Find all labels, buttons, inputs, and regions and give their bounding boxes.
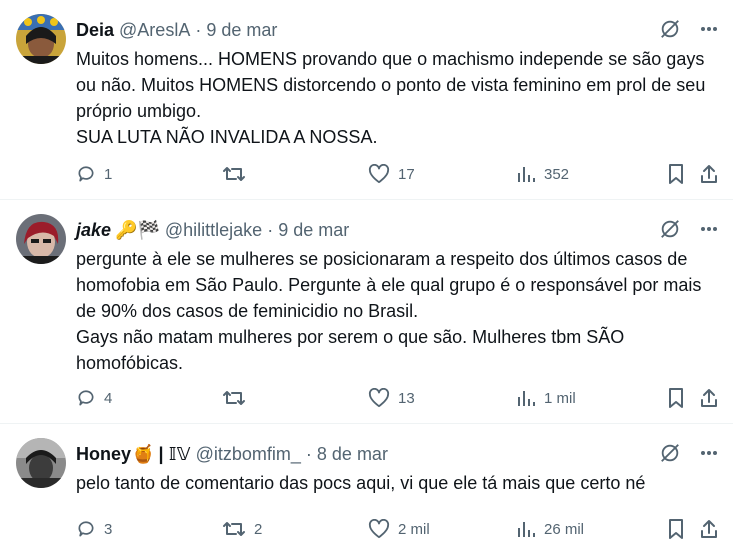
avatar[interactable] — [16, 214, 66, 264]
like-button[interactable]: 2 mil — [368, 519, 430, 539]
like-count: 17 — [398, 165, 415, 183]
like-button[interactable]: 17 — [368, 164, 415, 184]
bookmark-button[interactable] — [667, 387, 685, 409]
tweet-date[interactable]: 8 de mar — [317, 444, 388, 465]
share-icon — [701, 389, 717, 407]
like-icon — [368, 164, 390, 184]
more-icon[interactable] — [699, 219, 719, 244]
views-count: 26 mil — [544, 520, 585, 538]
retweet-count: 2 — [254, 520, 263, 538]
author-handle[interactable]: @hilittlejake — [165, 220, 262, 241]
bookmark-icon — [669, 519, 683, 539]
retweet-button[interactable]: 2 — [222, 519, 262, 539]
name-emoji: 🔑🏁 — [115, 219, 160, 240]
views-icon — [518, 167, 535, 182]
author-handle[interactable]: @itzbomfim_ — [196, 444, 301, 465]
avatar[interactable] — [16, 14, 66, 64]
tweet-text: pelo tanto de comentario das pocs aqui, … — [76, 473, 646, 493]
views-icon — [518, 522, 535, 537]
avatar[interactable] — [16, 438, 66, 488]
retweet-button[interactable] — [222, 164, 254, 184]
tweet-date[interactable]: 9 de mar — [206, 20, 277, 41]
views-button[interactable]: 1 mil — [516, 388, 576, 408]
tweet-text: Muitos homens... HOMENS provando que o m… — [76, 49, 706, 147]
author-name[interactable]: Deia — [76, 20, 114, 41]
author-name[interactable]: Honey — [76, 444, 131, 465]
author-name-suffix[interactable]: | 𝕀𝕍 — [158, 444, 190, 465]
retweet-button[interactable] — [222, 388, 254, 408]
tweet[interactable]: Deia @AreslA · 9 de mar Muitos homens...… — [0, 0, 733, 200]
grok-icon[interactable] — [659, 218, 681, 245]
bookmark-button[interactable] — [667, 163, 685, 185]
tweet-date[interactable]: 9 de mar — [278, 220, 349, 241]
share-button[interactable] — [699, 518, 719, 540]
reply-icon — [78, 521, 94, 537]
tweet-text: pergunte à ele se mulheres se posicionar… — [76, 249, 702, 373]
tweet[interactable]: Honey 🍯 | 𝕀𝕍 @itzbomfim_ · 8 de mar pelo… — [0, 424, 733, 555]
like-count: 13 — [398, 389, 415, 407]
separator-dot: · — [267, 219, 274, 240]
reply-count: 4 — [104, 389, 113, 407]
separator-dot: · — [305, 443, 312, 464]
more-icon[interactable] — [699, 443, 719, 468]
like-button[interactable]: 13 — [368, 388, 415, 408]
views-button[interactable]: 352 — [516, 164, 569, 184]
retweet-icon — [223, 522, 245, 536]
like-icon — [368, 519, 390, 539]
share-button[interactable] — [699, 387, 719, 409]
reply-button[interactable]: 1 — [76, 164, 112, 184]
share-icon — [701, 165, 717, 183]
name-emoji: 🍯 — [132, 443, 155, 464]
views-icon — [518, 391, 535, 406]
grok-icon[interactable] — [659, 18, 681, 45]
tweet[interactable]: jake 🔑🏁 @hilittlejake · 9 de mar pergunt… — [0, 200, 733, 424]
views-count: 352 — [544, 165, 570, 183]
bookmark-button[interactable] — [667, 518, 685, 540]
like-icon — [368, 388, 390, 408]
reply-button[interactable]: 4 — [76, 388, 112, 408]
author-name[interactable]: jake — [76, 220, 111, 241]
reply-count: 1 — [104, 165, 113, 183]
views-button[interactable]: 26 mil — [516, 519, 584, 539]
reply-count: 3 — [104, 520, 113, 538]
reply-icon — [78, 390, 94, 406]
share-button[interactable] — [699, 163, 719, 185]
retweet-icon — [223, 167, 245, 181]
more-icon[interactable] — [699, 19, 719, 44]
bookmark-icon — [669, 388, 683, 408]
share-icon — [701, 520, 717, 538]
reply-button[interactable]: 3 — [76, 519, 112, 539]
grok-icon[interactable] — [659, 442, 681, 469]
reply-icon — [78, 166, 94, 182]
like-count: 2 mil — [398, 520, 430, 538]
separator-dot: · — [195, 19, 202, 40]
bookmark-icon — [669, 164, 683, 184]
retweet-icon — [223, 391, 245, 405]
views-count: 1 mil — [544, 389, 576, 407]
author-handle[interactable]: @AreslA — [119, 20, 190, 41]
